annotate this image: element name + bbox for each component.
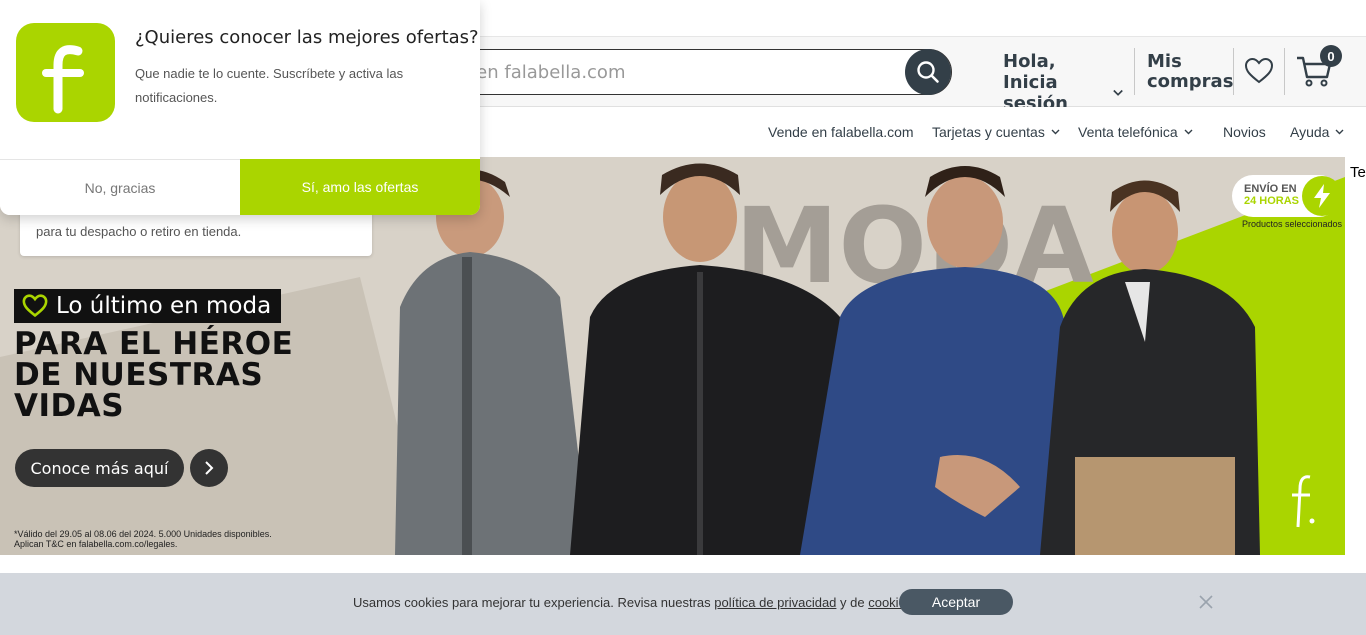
fashion-tag: Lo último en moda — [14, 289, 282, 323]
search-button[interactable] — [905, 49, 951, 95]
page: Hola, Inicia sesión Mis compras 0 Vende … — [0, 0, 1366, 635]
clipped-side-text: Te — [1350, 164, 1366, 181]
nav-item-cards[interactable]: Tarjetas y cuentas — [932, 124, 1060, 140]
notification-popup: ¿Quieres conocer las mejores ofertas? Qu… — [0, 0, 480, 215]
close-icon — [1199, 595, 1213, 609]
shipping-badge-text: ENVÍO EN 24 HORAS — [1244, 183, 1299, 207]
nav-item-phone-sales[interactable]: Venta telefónica — [1078, 124, 1193, 140]
learn-more-arrow-button[interactable] — [190, 449, 228, 487]
lightning-icon — [1302, 176, 1342, 216]
privacy-policy-link[interactable]: política de privacidad — [714, 595, 836, 610]
close-cookie-button[interactable] — [1198, 594, 1214, 615]
login-menu[interactable]: Hola, Inicia sesión — [1003, 51, 1123, 114]
falabella-logo — [1278, 459, 1330, 541]
my-purchases-line1: Mis — [1147, 51, 1182, 72]
hero-banner[interactable]: MODA para tu despacho o retiro en tienda… — [0, 157, 1345, 555]
shipping-badge-line1: ENVÍO EN — [1244, 183, 1297, 195]
chevron-down-icon — [1113, 89, 1123, 96]
chevron-right-icon — [205, 461, 214, 475]
login-greeting: Hola, — [1003, 51, 1056, 72]
accept-cookies-button[interactable]: Aceptar — [899, 589, 1013, 615]
headline-line: DE NUESTRAS — [14, 357, 264, 393]
nav-item-label: Novios — [1223, 124, 1266, 140]
banner-headline: PARA EL HÉROE DE NUESTRAS VIDAS — [14, 329, 384, 422]
falabella-app-logo — [16, 23, 115, 122]
shipping-badge-subtext: Productos seleccionados — [1242, 219, 1343, 229]
nav-item-help[interactable]: Ayuda — [1290, 124, 1344, 140]
my-purchases-line2: compras — [1147, 71, 1234, 92]
shipping-badge-line2: 24 HORAS — [1244, 195, 1300, 207]
heart-icon — [22, 294, 48, 318]
popup-body: Que nadie te lo cuente. Suscríbete y act… — [135, 66, 404, 105]
divider — [1134, 48, 1135, 95]
heart-icon — [1244, 57, 1274, 84]
cart-count-badge: 0 — [1320, 45, 1342, 67]
chevron-down-icon — [1051, 129, 1060, 135]
cookie-text-middle: y de — [836, 595, 869, 610]
shipping-info-text: para tu despacho o retiro en tienda. — [36, 224, 242, 239]
nav-item-label: Ayuda — [1290, 124, 1330, 140]
divider — [1284, 48, 1285, 95]
legal-line: Aplican T&C en falabella.com.co/legales. — [14, 539, 178, 549]
search-icon — [917, 61, 939, 83]
headline-line: PARA EL HÉROE — [14, 326, 294, 362]
legal-text: *Válido del 29.05 al 08.06 del 2024. 5.0… — [14, 529, 314, 549]
search-input[interactable] — [409, 56, 889, 88]
divider — [1233, 48, 1234, 95]
chevron-down-icon — [1335, 129, 1344, 135]
headline-line: VIDAS — [14, 388, 125, 424]
nav-item-novios[interactable]: Novios — [1223, 124, 1266, 140]
popup-title: ¿Quieres conocer las mejores ofertas? — [135, 27, 479, 48]
shipping-24h-badge: ENVÍO EN 24 HORAS — [1232, 175, 1344, 217]
nav-item-sell[interactable]: Vende en falabella.com — [768, 124, 914, 140]
accept-notifications-button[interactable]: Sí, amo las ofertas — [240, 159, 480, 215]
chevron-down-icon — [1184, 129, 1193, 135]
nav-item-label: Venta telefónica — [1078, 124, 1178, 140]
nav-item-label: Tarjetas y cuentas — [932, 124, 1045, 140]
decline-notifications-button[interactable]: No, gracias — [0, 159, 240, 215]
learn-more-button[interactable]: Conoce más aquí — [15, 449, 184, 487]
wishlist-button[interactable] — [1244, 57, 1274, 90]
cookie-text-before: Usamos cookies para mejorar tu experienc… — [353, 595, 715, 610]
cookie-message: Usamos cookies para mejorar tu experienc… — [353, 595, 916, 610]
fashion-tag-label: Lo último en moda — [56, 293, 272, 319]
nav-item-label: Vende en falabella.com — [768, 124, 914, 140]
legal-line: *Válido del 29.05 al 08.06 del 2024. 5.0… — [14, 529, 272, 539]
search-box[interactable] — [400, 49, 952, 95]
cookie-banner: Usamos cookies para mejorar tu experienc… — [0, 573, 1366, 635]
my-purchases-link[interactable]: Mis compras — [1147, 52, 1233, 92]
